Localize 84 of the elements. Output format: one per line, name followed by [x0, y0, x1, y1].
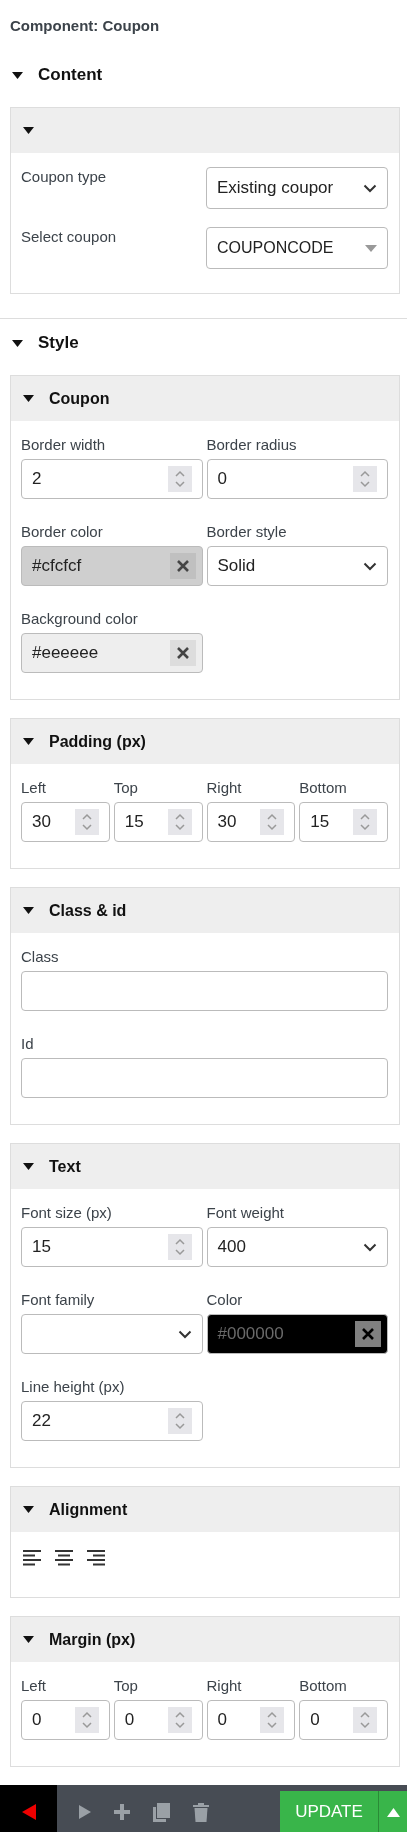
select-field[interactable]: Solid: [206, 546, 388, 586]
spinner-icon: [167, 1234, 192, 1260]
panel-header[interactable]: Alignment: [11, 1487, 399, 1532]
spinner-icon: [260, 809, 285, 835]
number-field[interactable]: 0: [113, 1700, 203, 1740]
copy-icon[interactable]: [153, 1802, 170, 1822]
panel-title: Component: Coupon: [10, 16, 160, 36]
field-label: Top: [113, 1676, 138, 1696]
number-field[interactable]: 30: [206, 802, 296, 842]
clear-icon[interactable]: [169, 553, 196, 579]
field-label: Border style: [206, 522, 287, 542]
spinner-icon: [74, 809, 99, 835]
number-field[interactable]: 2: [21, 459, 203, 499]
chevron-down-icon: [363, 183, 377, 193]
number-field[interactable]: 0: [21, 1700, 110, 1740]
panel-header[interactable]: Padding (px): [11, 719, 399, 764]
align-center-icon[interactable]: [55, 1550, 73, 1566]
select-field[interactable]: 400: [206, 1227, 388, 1267]
field-label: Border radius: [206, 435, 297, 455]
field-label: Font family: [21, 1290, 95, 1310]
chevron-down-icon: [363, 561, 377, 571]
spinner-icon: [353, 1707, 377, 1733]
section-heading[interactable]: Style: [38, 333, 79, 353]
caret-left-icon: [21, 1804, 36, 1820]
number-field[interactable]: 30: [21, 802, 110, 842]
field-label: Color: [206, 1290, 243, 1310]
input-field[interactable]: [21, 971, 388, 1011]
panel-header[interactable]: Margin (px): [11, 1617, 399, 1662]
color-field[interactable]: #000000: [206, 1314, 388, 1354]
spinner-icon: [353, 466, 377, 492]
section-heading[interactable]: Content: [38, 65, 103, 85]
field-label: Bottom: [299, 1676, 347, 1696]
align-right-icon[interactable]: [87, 1550, 105, 1566]
clear-icon[interactable]: [355, 1321, 381, 1347]
panel-header[interactable]: Class & id: [11, 888, 399, 933]
spinner-icon: [74, 1707, 99, 1733]
clear-icon[interactable]: [169, 640, 196, 666]
spinner-icon: [167, 1707, 192, 1733]
number-field[interactable]: 15: [113, 802, 203, 842]
color-field[interactable]: #eeeeee: [21, 633, 203, 673]
number-field[interactable]: 15: [299, 802, 388, 842]
number-field[interactable]: 0: [299, 1700, 388, 1740]
menu-button[interactable]: [378, 1791, 407, 1832]
select-field[interactable]: [21, 1314, 203, 1354]
panel-header[interactable]: Coupon: [11, 376, 399, 421]
color-field[interactable]: #cfcfcf: [21, 546, 203, 586]
chevron-down-icon: [177, 1329, 192, 1339]
spinner-icon: [167, 1408, 192, 1434]
number-field[interactable]: 22: [21, 1401, 203, 1441]
number-field[interactable]: 0: [206, 459, 388, 499]
number-field[interactable]: 15: [21, 1227, 203, 1267]
field-label: Background color: [21, 609, 138, 629]
field-label: Select coupon: [21, 227, 118, 247]
field-label: Bottom: [299, 778, 347, 798]
field-label: Left: [21, 1676, 47, 1696]
field-label: Top: [113, 778, 138, 798]
align-left-icon[interactable]: [23, 1550, 41, 1566]
input-field[interactable]: [21, 1058, 388, 1098]
panel-header[interactable]: Text: [11, 1144, 399, 1189]
spinner-icon: [260, 1707, 285, 1733]
field-label: Class: [21, 947, 59, 967]
select-field[interactable]: Existing coupor: [206, 167, 388, 209]
field-label: Font weight: [206, 1203, 285, 1223]
field-label: Id: [21, 1034, 34, 1054]
spinner-icon: [167, 809, 192, 835]
caret-up-icon: [386, 1807, 400, 1817]
trash-icon[interactable]: [193, 1802, 209, 1822]
field-label: Right: [206, 1676, 242, 1696]
field-label: Left: [21, 778, 47, 798]
field-label: Border color: [21, 522, 103, 542]
play-icon[interactable]: [79, 1805, 91, 1819]
number-field[interactable]: 0: [206, 1700, 296, 1740]
field-label: Line height (px): [21, 1377, 125, 1397]
field-label: Font size (px): [21, 1203, 112, 1223]
spinner-icon: [353, 809, 377, 835]
back-button[interactable]: [0, 1785, 57, 1832]
field-label: Right: [206, 778, 242, 798]
chevron-down-icon: [363, 1242, 377, 1252]
field-label: Border width: [21, 435, 106, 455]
select-field[interactable]: COUPONCODE: [206, 227, 388, 269]
field-label: Coupon type: [21, 167, 108, 187]
spinner-icon: [167, 466, 192, 492]
caret-down-icon: [365, 244, 377, 252]
add-icon[interactable]: [114, 1804, 130, 1820]
